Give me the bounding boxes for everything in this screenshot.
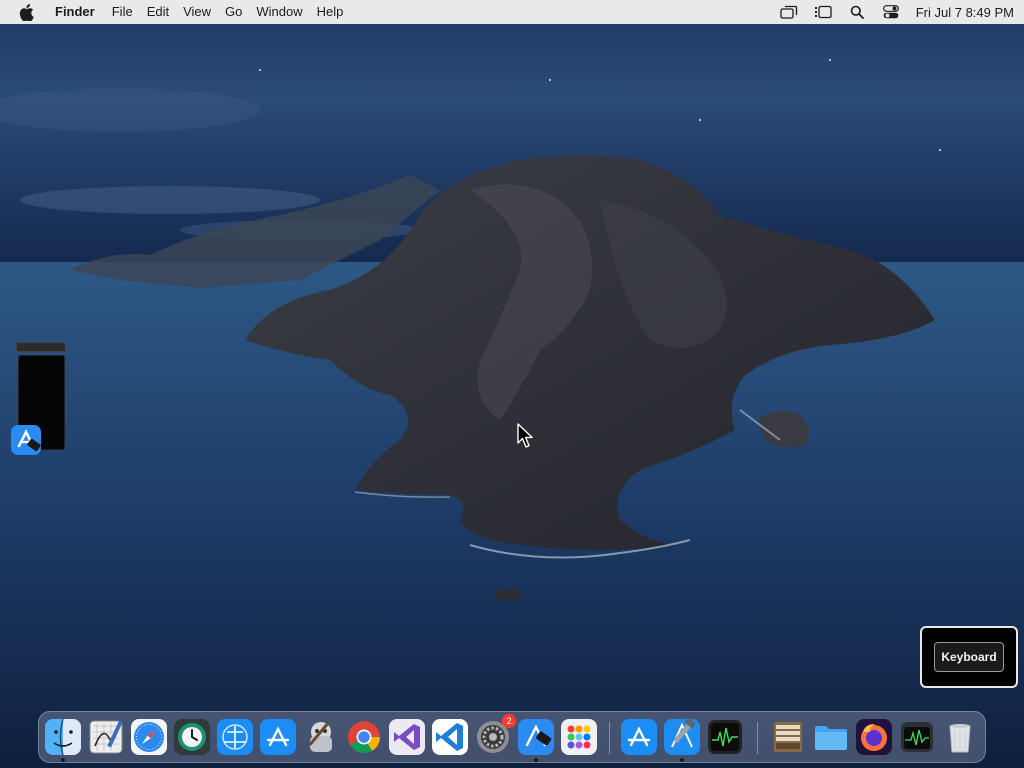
running-indicator (534, 758, 538, 762)
keyboard-overlay-panel: Keyboard (920, 626, 1018, 688)
grapher-icon[interactable] (87, 718, 125, 756)
xcode-developer-icon[interactable] (517, 718, 555, 756)
running-indicator (680, 758, 684, 762)
control-center-icon[interactable] (874, 0, 908, 24)
menu-file[interactable]: File (105, 0, 140, 24)
vscode-icon[interactable] (431, 718, 469, 756)
dock: 2 (38, 711, 986, 763)
menu-go[interactable]: Go (218, 0, 249, 24)
app-store-alt-icon[interactable] (620, 718, 658, 756)
menubar-clock[interactable]: Fri Jul 7 8:49 PM (908, 5, 1014, 20)
app-store-icon[interactable] (259, 718, 297, 756)
safari-icon[interactable] (130, 718, 168, 756)
menu-app-name[interactable]: Finder (48, 0, 105, 24)
dock-separator (609, 722, 610, 754)
running-indicator (61, 758, 65, 762)
time-machine-icon[interactable] (173, 718, 211, 756)
automator-icon[interactable] (302, 718, 340, 756)
notification-badge: 2 (502, 714, 516, 728)
xcode-icon[interactable] (663, 718, 701, 756)
system-settings-dock-item[interactable]: 2 (474, 714, 516, 756)
chrome-icon[interactable] (345, 718, 383, 756)
mouse-pointer-icon (517, 423, 533, 448)
folder-icon[interactable] (812, 718, 850, 756)
visual-studio-icon[interactable] (388, 718, 426, 756)
activity-monitor-alt-icon[interactable] (898, 718, 936, 756)
firefox-icon[interactable] (855, 718, 893, 756)
xcode-developer-app-icon (11, 425, 41, 455)
desktop-wallpaper (0, 0, 1024, 768)
archive-utility-icon[interactable] (769, 718, 807, 756)
menu-window[interactable]: Window (249, 0, 309, 24)
activity-monitor-icon[interactable] (706, 718, 744, 756)
minimized-window-preview[interactable] (11, 342, 66, 455)
testflight-icon[interactable] (216, 718, 254, 756)
menu-bar: Finder File Edit View Go Window Help Fri… (0, 0, 1024, 24)
keyboard-button[interactable]: Keyboard (934, 642, 1004, 672)
trash-icon[interactable] (941, 718, 979, 756)
spotlight-search-icon[interactable] (840, 0, 874, 24)
screen-mirroring-icon[interactable] (772, 0, 806, 24)
finder-icon[interactable] (44, 718, 82, 756)
menu-view[interactable]: View (176, 0, 218, 24)
menu-edit[interactable]: Edit (140, 0, 176, 24)
launchpad-icon[interactable] (560, 718, 598, 756)
stage-manager-icon[interactable] (806, 0, 840, 24)
menu-help[interactable]: Help (310, 0, 351, 24)
apple-icon[interactable] (14, 0, 38, 24)
window-titlebar (16, 342, 66, 352)
dock-separator (757, 722, 758, 754)
